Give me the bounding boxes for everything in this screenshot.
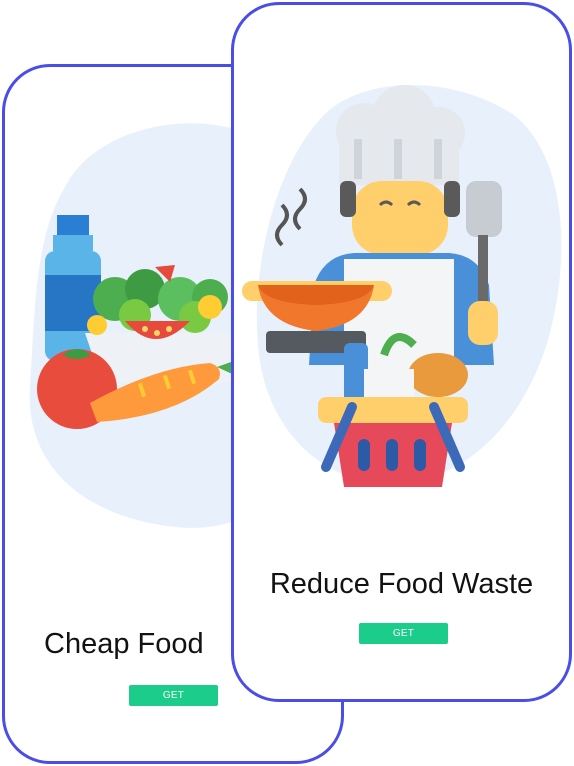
get-started-button[interactable]: GET STARTED (359, 623, 448, 660)
screen-title: Reduce Food Waste (269, 568, 534, 600)
phone-screen-reduce-food-waste: Reduce Food Waste GET STARTED (231, 2, 572, 702)
get-started-button[interactable]: GET STARTED (129, 685, 218, 722)
chef-cooking-icon (242, 85, 562, 487)
